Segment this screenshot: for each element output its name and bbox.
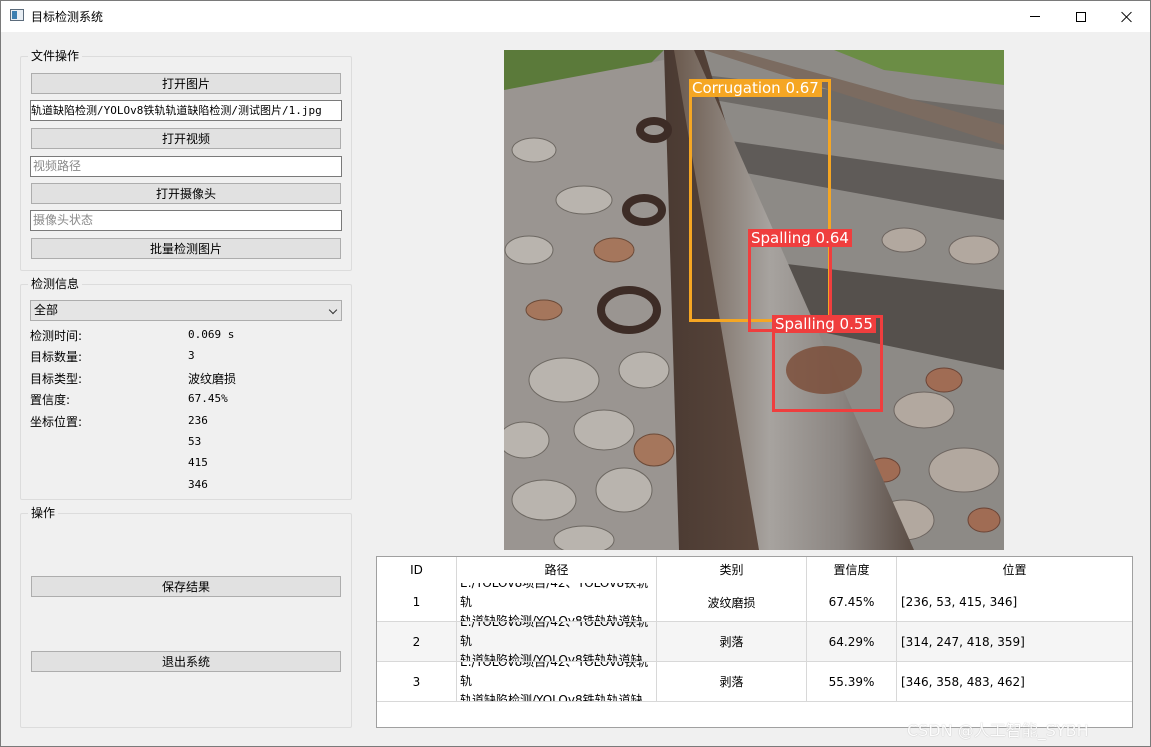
ymax-value: 346 bbox=[188, 478, 208, 491]
table-row-1-conf[interactable]: 67.45% bbox=[807, 583, 897, 622]
col-pos-header[interactable]: 位置 bbox=[897, 557, 1132, 583]
maximize-icon bbox=[1076, 11, 1086, 22]
detection-label-3: Spalling 0.55 bbox=[772, 315, 876, 333]
table-row-1-path[interactable]: E:/YOLOv8项目/42、YOLOv8铁轨轨轨道缺陷检测/YOLOv8铁轨轨… bbox=[457, 583, 657, 622]
xmax-value: 415 bbox=[188, 456, 208, 469]
table-row-1-id[interactable]: 1 bbox=[377, 583, 457, 622]
table-row-3-id[interactable]: 3 bbox=[377, 662, 457, 702]
table-row-1-path-line2: 轨道缺陷检测/YOLOv8铁轨轨道缺... bbox=[460, 613, 655, 622]
close-button[interactable] bbox=[1104, 1, 1150, 32]
results-table[interactable]: ID 路径 类别 置信度 位置 1 E:/YOLOv8项目/42、YOLOv8铁… bbox=[376, 556, 1133, 728]
title-bar: 目标检测系统 bbox=[1, 1, 1150, 32]
col-path-header[interactable]: 路径 bbox=[457, 557, 657, 583]
conf-label: 置信度: bbox=[30, 393, 71, 407]
open-video-button[interactable]: 打开视频 bbox=[31, 128, 341, 149]
detection-image: Corrugation 0.67 Spalling 0.64 Spalling … bbox=[504, 50, 1004, 550]
ops-group: 操作 bbox=[20, 506, 352, 728]
app-icon bbox=[10, 9, 24, 21]
table-row-2-pos[interactable]: [314, 247, 418, 359] bbox=[897, 622, 1132, 662]
table-row-1-pos[interactable]: [236, 53, 415, 346] bbox=[897, 583, 1132, 622]
open-image-button[interactable]: 打开图片 bbox=[31, 73, 341, 94]
chevron-down-icon bbox=[328, 305, 338, 315]
video-path-field[interactable]: 视频路径 bbox=[30, 156, 342, 177]
image-path-field[interactable]: 轨道缺陷检测/YOLOv8铁轨轨道缺陷检测/测试图片/1.jpg bbox=[30, 100, 342, 121]
table-row-1-path-line1: E:/YOLOv8项目/42、YOLOv8铁轨轨 bbox=[460, 583, 648, 609]
table-row-2-path-line1: E:/YOLOv8项目/42、YOLOv8铁轨轨 bbox=[460, 622, 649, 648]
ymin-value: 53 bbox=[188, 435, 202, 448]
table-row-2-id[interactable]: 2 bbox=[377, 622, 457, 662]
xmin-value: 236 bbox=[188, 414, 208, 427]
table-row-3-pos[interactable]: [346, 358, 483, 462] bbox=[897, 662, 1132, 702]
minimize-icon bbox=[1030, 16, 1040, 17]
detect-info-title: 检测信息 bbox=[28, 277, 83, 292]
detection-label-2: Spalling 0.64 bbox=[748, 229, 852, 247]
time-value: 0.069 s bbox=[188, 328, 235, 341]
table-row-3-path-line2: 轨道缺陷检测/YOLOv8铁轨轨道缺... bbox=[460, 693, 655, 702]
count-label: 目标数量: bbox=[30, 350, 83, 364]
conf-value: 67.45% bbox=[188, 392, 228, 405]
table-row-1-class[interactable]: 波纹磨损 bbox=[657, 583, 807, 622]
time-label: 检测时间: bbox=[30, 329, 83, 343]
table-row-2-class[interactable]: 剥落 bbox=[657, 622, 807, 662]
pos-label: 坐标位置: bbox=[30, 415, 83, 429]
detection-label-1: Corrugation 0.67 bbox=[689, 79, 822, 97]
ops-title: 操作 bbox=[28, 506, 59, 521]
file-ops-title: 文件操作 bbox=[28, 49, 83, 64]
detection-box-spalling-2: Spalling 0.55 bbox=[772, 315, 883, 412]
table-row-3-class[interactable]: 剥落 bbox=[657, 662, 807, 702]
col-id-header[interactable]: ID bbox=[377, 557, 457, 583]
camera-status-field[interactable]: 摄像头状态 bbox=[30, 210, 342, 231]
table-row-2-conf[interactable]: 64.29% bbox=[807, 622, 897, 662]
minimize-button[interactable] bbox=[1012, 1, 1058, 32]
table-row-2-path[interactable]: E:/YOLOv8项目/42、YOLOv8铁轨轨轨道缺陷检测/YOLOv8铁轨轨… bbox=[457, 622, 657, 662]
type-value: 波纹磨损 bbox=[188, 372, 237, 386]
table-row-2-path-line2: 轨道缺陷检测/YOLOv8铁轨轨道缺... bbox=[460, 653, 655, 662]
count-value: 3 bbox=[188, 349, 195, 362]
open-camera-button[interactable]: 打开摄像头 bbox=[31, 183, 341, 204]
watermark: CSDN @人工智能_SYBH bbox=[907, 721, 1089, 740]
main-window: 目标检测系统 文件操作 打开图片 轨道缺陷检测/YOLOv8铁轨轨道缺陷检测/测… bbox=[0, 0, 1151, 747]
target-select-value: 全部 bbox=[34, 303, 59, 317]
window-title: 目标检测系统 bbox=[31, 10, 104, 24]
table-row-3-path-line1: E:/YOLOv8项目/42、YOLOv8铁轨轨 bbox=[460, 662, 649, 688]
video-path-placeholder: 视频路径 bbox=[33, 159, 82, 173]
table-row-3-path[interactable]: E:/YOLOv8项目/42、YOLOv8铁轨轨轨道缺陷检测/YOLOv8铁轨轨… bbox=[457, 662, 657, 702]
maximize-button[interactable] bbox=[1058, 1, 1104, 32]
camera-status-placeholder: 摄像头状态 bbox=[33, 213, 94, 227]
close-icon bbox=[1121, 11, 1133, 23]
exit-system-button[interactable]: 退出系统 bbox=[31, 651, 341, 672]
batch-detect-button[interactable]: 批量检测图片 bbox=[31, 238, 341, 259]
save-result-button[interactable]: 保存结果 bbox=[31, 576, 341, 597]
table-row-3-conf[interactable]: 55.39% bbox=[807, 662, 897, 702]
col-conf-header[interactable]: 置信度 bbox=[807, 557, 897, 583]
type-label: 目标类型: bbox=[30, 372, 83, 386]
target-select[interactable]: 全部 bbox=[30, 300, 342, 321]
col-class-header[interactable]: 类别 bbox=[657, 557, 807, 583]
